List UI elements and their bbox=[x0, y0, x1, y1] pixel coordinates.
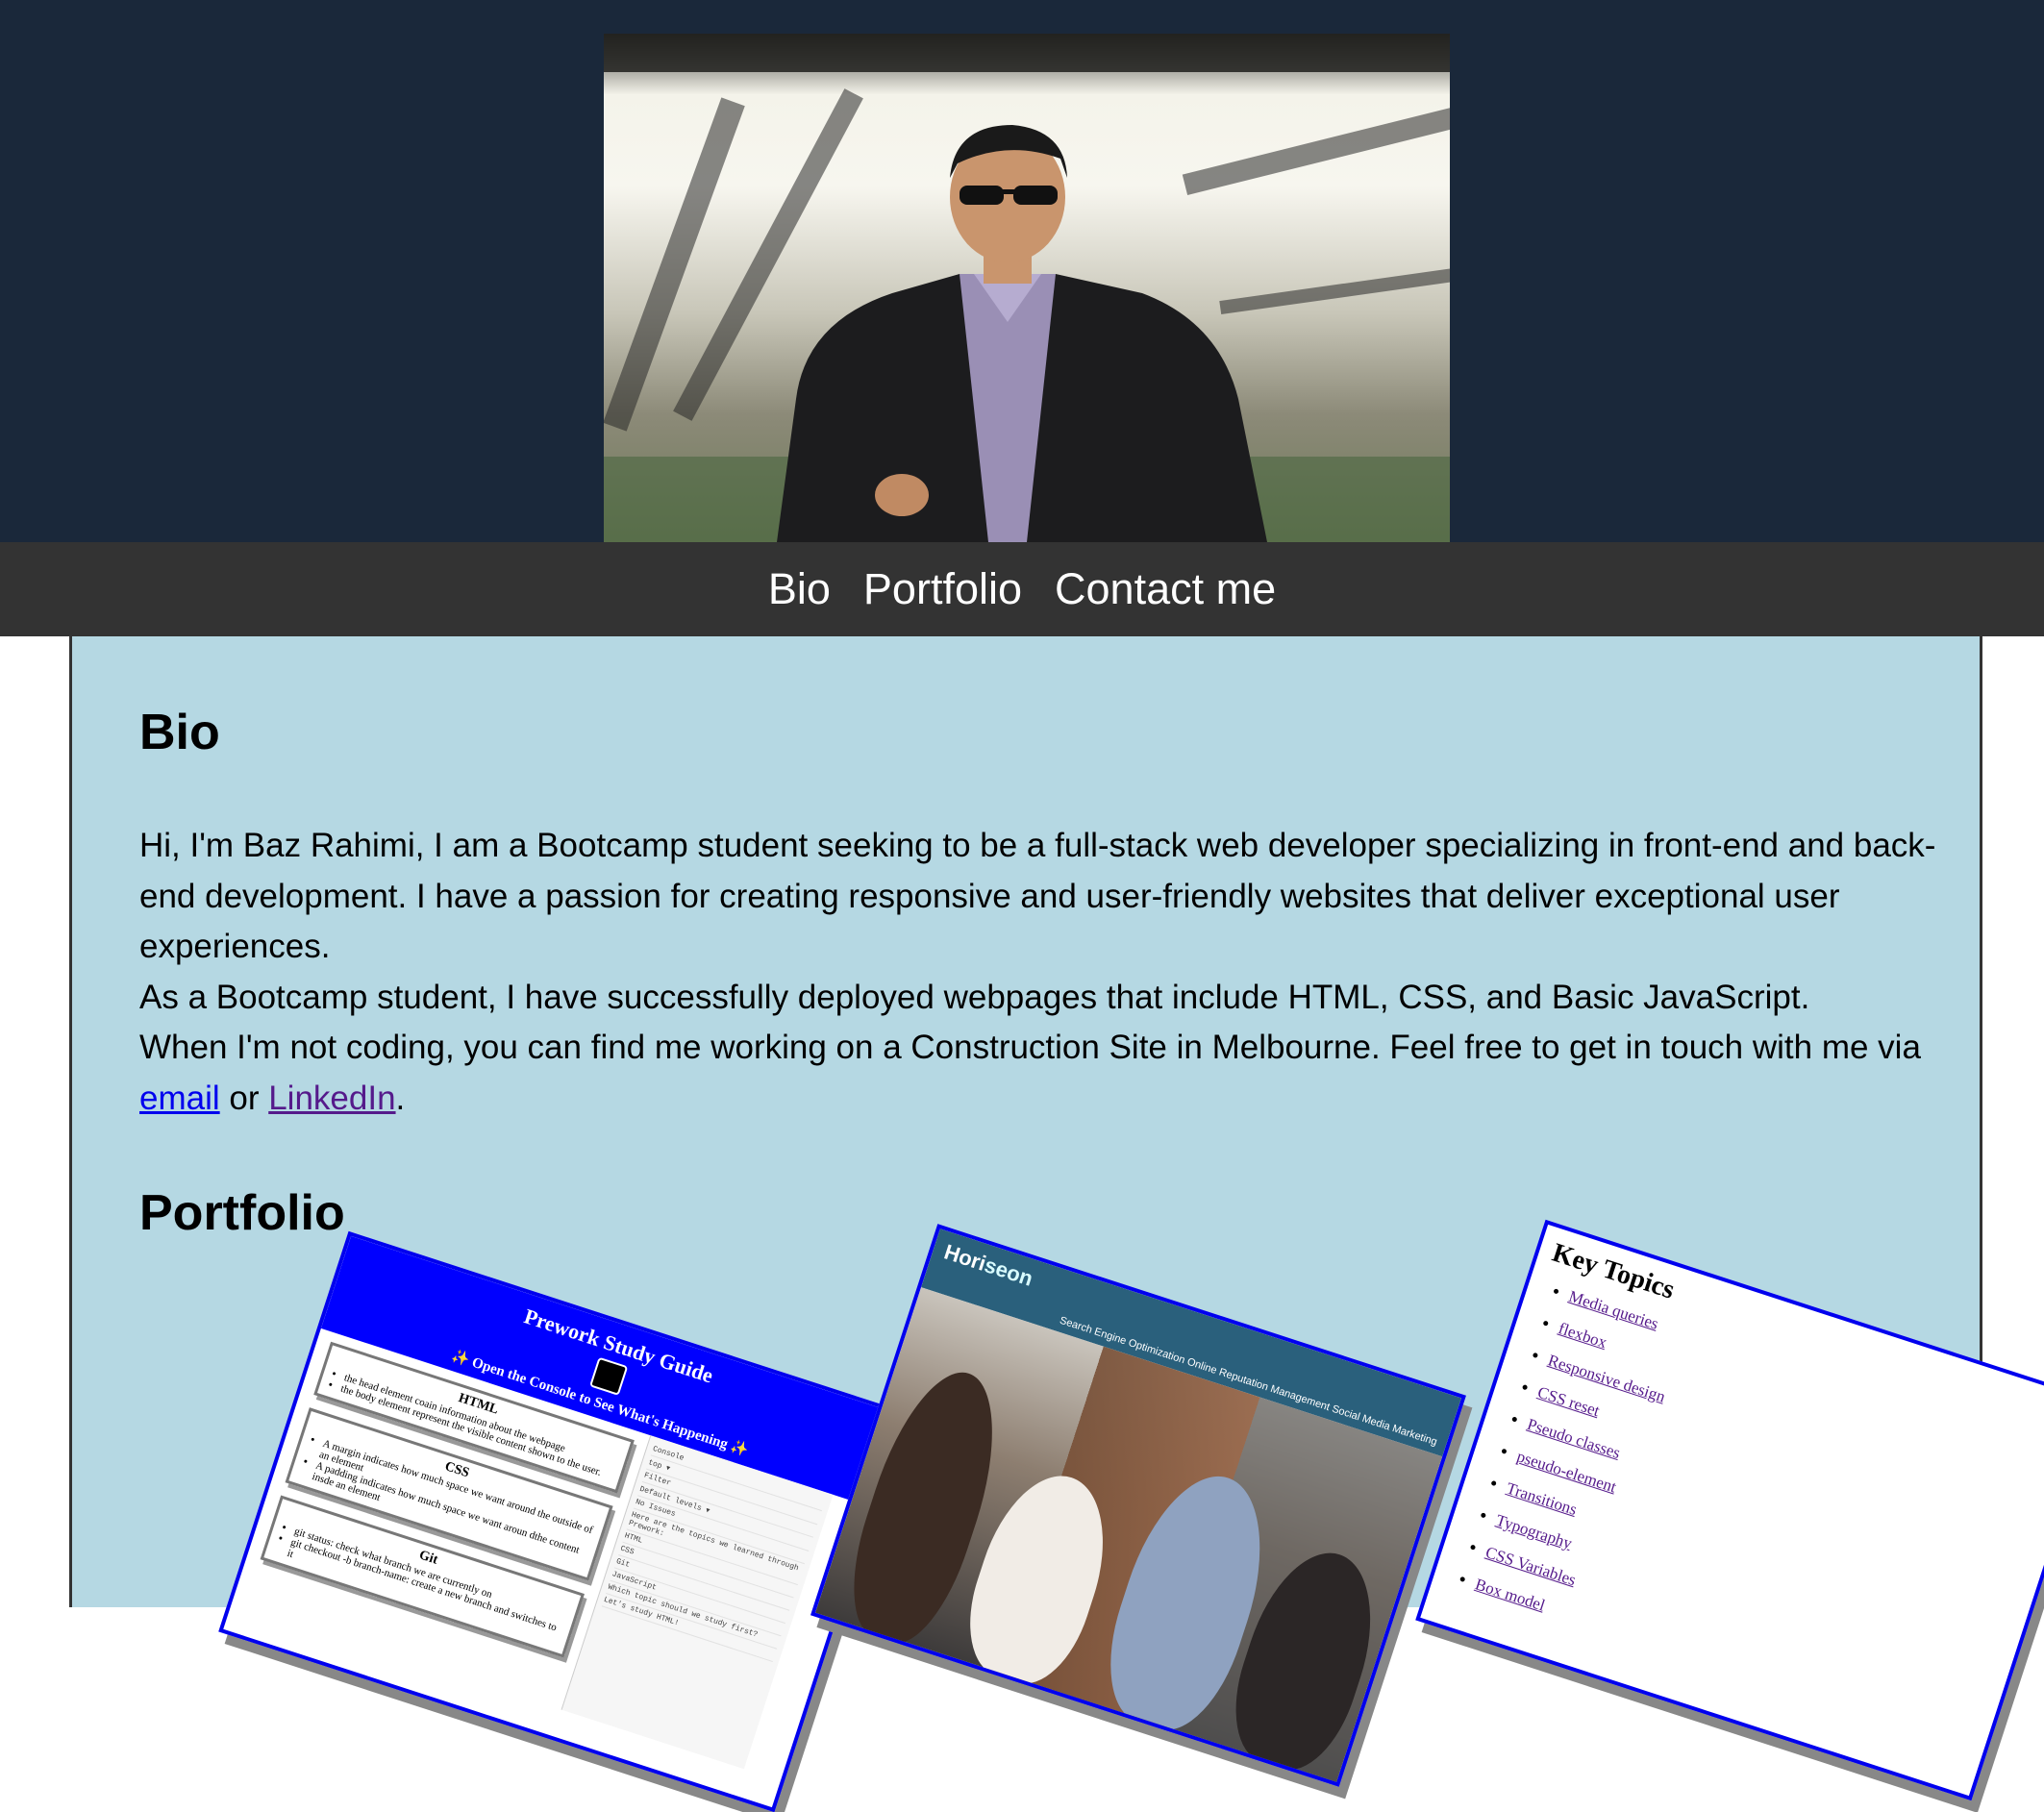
bio-text: Hi, I'm Baz Rahimi, I am a Bootcamp stud… bbox=[139, 821, 1947, 1124]
profile-photo bbox=[604, 34, 1450, 542]
key-topics-list: Media queries flexbox Responsive design … bbox=[1431, 1267, 2044, 1765]
bio-contact-period: . bbox=[395, 1079, 406, 1117]
bio-heading: Bio bbox=[139, 705, 220, 760]
portfolio-card-key-topics[interactable]: Key Topics Media queries flexbox Respons… bbox=[1415, 1219, 2044, 1801]
github-logo-icon bbox=[588, 1356, 629, 1396]
bio-contact-or: or bbox=[219, 1079, 269, 1117]
main-content: Bio Hi, I'm Baz Rahimi, I am a Bootcamp … bbox=[69, 636, 2044, 1812]
bio-paragraph-intro: Hi, I'm Baz Rahimi, I am a Bootcamp stud… bbox=[139, 827, 1936, 965]
bio-paragraph-bootcamp: As a Bootcamp student, I have successful… bbox=[139, 978, 1810, 1016]
horiseon-logo: Horiseon bbox=[941, 1239, 1036, 1292]
linkedin-link[interactable]: LinkedIn bbox=[268, 1080, 395, 1117]
horiseon-logo-accent: seon bbox=[981, 1253, 1036, 1291]
bio-contact-text: When I'm not coding, you can find me wor… bbox=[139, 1029, 1921, 1066]
hero-header bbox=[0, 0, 2044, 542]
portfolio-heading: Portfolio bbox=[139, 1185, 345, 1241]
email-link[interactable]: email bbox=[139, 1080, 220, 1117]
person-figure bbox=[777, 125, 1267, 542]
portfolio-card-study-guide[interactable]: Prework Study Guide ✨ Open the Console t… bbox=[218, 1230, 905, 1812]
nav-link-contact[interactable]: Contact me bbox=[1055, 542, 1276, 636]
nav-link-portfolio[interactable]: Portfolio bbox=[863, 542, 1022, 636]
nav-link-bio[interactable]: Bio bbox=[768, 542, 831, 636]
portfolio-card-horiseon[interactable]: Horiseon Search Engine Optimization Onli… bbox=[810, 1224, 1466, 1787]
bio-paragraph-contact: When I'm not coding, you can find me wor… bbox=[139, 1023, 1947, 1124]
horiseon-logo-main: Hori bbox=[941, 1239, 989, 1276]
main-nav: Bio Portfolio Contact me bbox=[0, 542, 2044, 636]
